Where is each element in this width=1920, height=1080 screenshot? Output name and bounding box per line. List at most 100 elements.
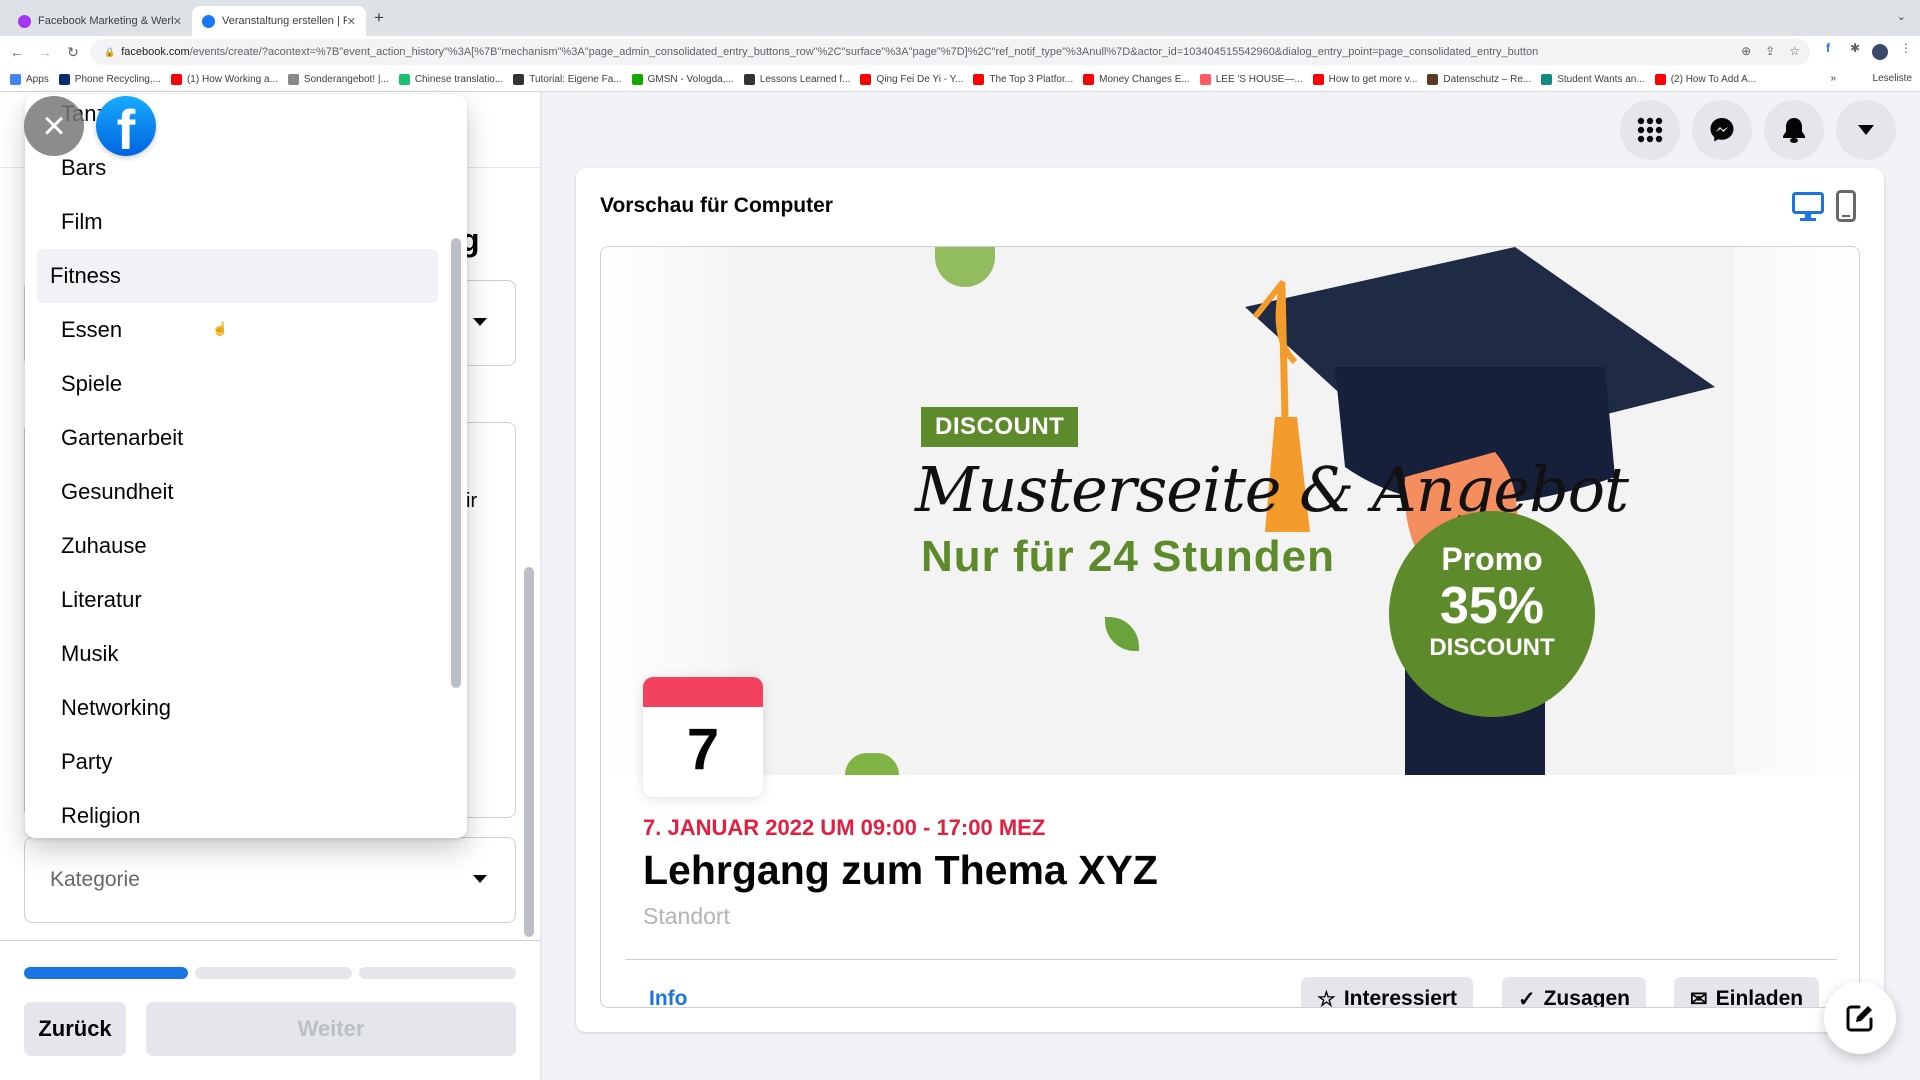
bookmark-item[interactable]: Sonderangebot! |...: [287, 74, 389, 85]
tab-facebook-marketing[interactable]: Facebook Marketing & Werbea ✕: [8, 6, 192, 36]
percent-icon: [743, 74, 755, 85]
back-button[interactable]: Zurück: [24, 1002, 126, 1056]
account-button[interactable]: [1836, 100, 1896, 160]
invite-button[interactable]: ✉ Einladen: [1674, 977, 1820, 1008]
menu-button[interactable]: [1620, 100, 1680, 160]
dropdown-option[interactable]: Gesundheit: [37, 465, 443, 519]
category-select[interactable]: Kategorie: [24, 837, 516, 923]
invite-label: Einladen: [1715, 987, 1804, 1008]
bookmark-label: Phone Recycling,...: [74, 74, 161, 85]
youtube-icon: [1083, 74, 1095, 85]
more-bookmarks-icon[interactable]: »: [1830, 73, 1836, 84]
bookmark-label: Money Changes E...: [1099, 74, 1190, 85]
bookmark-label: Tutorial: Eigene Fa...: [529, 74, 622, 85]
banner-subline: Nur für 24 Stunden: [921, 532, 1336, 581]
dropdown-option[interactable]: Networking: [37, 681, 443, 735]
close-icon[interactable]: ×: [24, 96, 84, 156]
close-tab-icon[interactable]: ✕: [347, 15, 356, 28]
close-tab-icon[interactable]: ✕: [173, 15, 182, 28]
promo-percent: 35%: [1439, 577, 1545, 635]
bookmark-item[interactable]: Qing Fei De Yi - Y...: [860, 74, 963, 85]
bookmark-label: (1) How Working a...: [186, 74, 278, 85]
youtube-icon: [170, 74, 182, 85]
bookmark-star-icon[interactable]: ☆: [1789, 44, 1800, 58]
category-dropdown: Tanz Bars Film Fitness Essen Spiele Gartenarb…: [25, 95, 467, 838]
going-label: Zusagen: [1543, 987, 1630, 1008]
dropdown-option[interactable]: Fitness: [37, 249, 438, 303]
footer-divider: [0, 940, 540, 941]
event-location: Standort: [643, 903, 730, 929]
tab-search-icon[interactable]: ⌄: [1897, 10, 1906, 23]
bookmark-item[interactable]: (1) How Working a...: [170, 74, 278, 85]
interested-label: Interessiert: [1343, 987, 1458, 1008]
grid-menu-icon: [1637, 117, 1663, 143]
event-title: Lehrgang zum Thema XYZ: [643, 847, 1158, 893]
extensions-puzzle-icon[interactable]: ✱: [1850, 41, 1860, 55]
lock-icon: 🔒: [104, 46, 116, 57]
hand-cursor-icon: ☝: [212, 321, 229, 336]
zoom-icon[interactable]: ⊕: [1741, 44, 1751, 58]
facebook-extension-icon[interactable]: f: [1826, 41, 1830, 55]
bookmark-item[interactable]: Tutorial: Eigene Fa...: [513, 74, 622, 85]
t-icon: [1541, 74, 1553, 85]
bookmark-item[interactable]: Apps: [10, 74, 49, 85]
dropdown-option[interactable]: Film: [37, 195, 443, 249]
bookmark-item[interactable]: Student Wants an...: [1541, 74, 1645, 85]
bookmark-label: Apps: [26, 74, 49, 85]
back-arrow-icon[interactable]: ←: [6, 44, 28, 60]
promo-discount: DISCOUNT: [1429, 634, 1555, 661]
tab-title: Veranstaltung erstellen | Faceb: [222, 15, 347, 27]
dropdown-option[interactable]: Religion: [37, 789, 443, 838]
new-tab-button[interactable]: +: [374, 8, 384, 28]
mobile-preview-icon[interactable]: [1836, 190, 1856, 222]
going-button[interactable]: ✓ Zusagen: [1502, 977, 1646, 1008]
dropdown-option[interactable]: Essen: [37, 303, 443, 357]
bookmark-label: Chinese translatio...: [414, 74, 504, 85]
facebook-logo-icon[interactable]: f: [96, 96, 156, 156]
bookmark-item[interactable]: LEE 'S HOUSE—...: [1199, 74, 1303, 85]
share-icon[interactable]: ⇪: [1765, 44, 1775, 58]
profile-avatar[interactable]: [1872, 44, 1888, 60]
tab-title: Facebook Marketing & Werbea: [38, 15, 173, 27]
dropdown-scrollbar[interactable]: [451, 238, 461, 688]
reading-list-button[interactable]: Leseliste: [1873, 73, 1912, 84]
dropdown-option[interactable]: Spiele: [37, 357, 443, 411]
bookmark-item[interactable]: Phone Recycling,...: [58, 74, 161, 85]
create-event-panel: g ir Kategorie Zurück Weiter Tanz Bars Fi…: [0, 92, 540, 1080]
bookmark-item[interactable]: Lessons Learned f...: [743, 74, 850, 85]
reload-icon[interactable]: ↻: [62, 44, 84, 61]
tab-veranstaltung-erstellen[interactable]: Veranstaltung erstellen | Faceb ✕: [192, 6, 366, 36]
messenger-button[interactable]: [1692, 100, 1752, 160]
bookmark-item[interactable]: The Top 3 Platfor...: [973, 74, 1073, 85]
dropdown-option[interactable]: Bars: [37, 141, 443, 195]
menu-kebab-icon[interactable]: ⋮: [1900, 41, 1912, 55]
bookmark-item[interactable]: (2) How To Add A...: [1654, 74, 1756, 85]
dropdown-option[interactable]: Literatur: [37, 573, 443, 627]
address-bar[interactable]: 🔒 facebook.com /events/create/?acontext=…: [90, 39, 1810, 65]
bookmark-item[interactable]: How to get more v...: [1312, 74, 1418, 85]
interested-button[interactable]: ☆ Interessiert: [1301, 977, 1474, 1008]
browser-tab-bar: Facebook Marketing & Werbea ✕ Veranstalt…: [0, 0, 1920, 36]
bookmark-item[interactable]: Datenschutz – Re...: [1427, 74, 1531, 85]
youtube-icon: [1312, 74, 1324, 85]
new-message-button[interactable]: [1824, 982, 1896, 1054]
chevron-down-icon: [473, 318, 487, 326]
dropdown-option[interactable]: Party: [37, 735, 443, 789]
forward-arrow-icon[interactable]: →: [34, 44, 56, 60]
airbnb-icon: [1199, 74, 1211, 85]
step-progress: [24, 967, 516, 979]
bookmark-item[interactable]: Chinese translatio...: [398, 74, 504, 85]
bookmark-item[interactable]: Money Changes E...: [1083, 74, 1190, 85]
desktop-preview-icon[interactable]: [1792, 192, 1824, 222]
bookmark-label: How to get more v...: [1328, 74, 1418, 85]
caret-down-icon: [1858, 125, 1874, 135]
dropdown-option[interactable]: Gartenarbeit: [37, 411, 443, 465]
dropdown-option[interactable]: Musik: [37, 627, 443, 681]
next-button[interactable]: Weiter: [146, 1002, 516, 1056]
bookmark-item[interactable]: GMSN - Vologda,...: [631, 74, 734, 85]
dropdown-option[interactable]: Zuhause: [37, 519, 443, 573]
category-placeholder: Kategorie: [50, 868, 140, 891]
panel-scrollbar[interactable]: [524, 567, 534, 937]
tab-info[interactable]: Info: [649, 987, 687, 1007]
notifications-button[interactable]: [1764, 100, 1824, 160]
